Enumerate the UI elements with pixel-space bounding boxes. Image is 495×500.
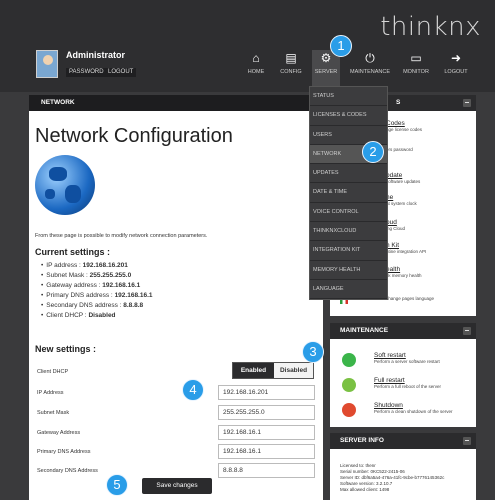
monitor-icon: ▭ xyxy=(410,51,422,65)
system-item[interactable]: odate software updates xyxy=(386,172,420,184)
system-item[interactable]: Codes age license codes xyxy=(386,120,422,132)
menu-maintenance[interactable]: ⏻ MAINTENANCE xyxy=(346,50,394,86)
full-restart-icon xyxy=(342,378,356,392)
callout-badge: 5 xyxy=(106,474,128,496)
soft-restart-icon xyxy=(342,353,356,367)
gateway-label: Gateway Address xyxy=(37,430,81,436)
dropdown-item-date-time[interactable]: DATE & TIME xyxy=(310,183,387,203)
secondary-dns-label: Secondary DNS Address xyxy=(37,468,98,474)
list-item: Gateway address : 192.168.16.1 xyxy=(41,281,153,291)
dhcp-enabled-button[interactable]: Enabled xyxy=(233,363,274,378)
menu-config-label: CONFIG xyxy=(280,69,302,75)
menu-logout[interactable]: ➜ LOGOUT xyxy=(440,50,472,86)
minimize-icon[interactable] xyxy=(463,437,471,445)
list-item: Primary DNS address : 192.168.16.1 xyxy=(41,291,152,301)
maintenance-panel: MAINTENANCE Soft restart Perform a server… xyxy=(330,323,476,427)
dropdown-item-voice-control[interactable]: VOICE CONTROL xyxy=(310,203,387,223)
password-button[interactable]: PASSWORD xyxy=(66,68,107,77)
subnet-mask-label: Subnet Mask xyxy=(37,410,70,416)
system-panel-title: S xyxy=(396,99,401,106)
dropdown-item-updates[interactable]: UPDATES xyxy=(310,164,387,184)
full-restart-item[interactable]: Full restart Perform a full reboot of the… xyxy=(374,377,441,389)
callout-badge: 1 xyxy=(330,35,352,57)
top-bar: thinknx Administrator PASSWORD LOGOUT ⌂ … xyxy=(0,0,495,92)
power-icon: ⏻ xyxy=(365,51,375,65)
secondary-dns-input[interactable]: 8.8.8.8 xyxy=(218,463,315,478)
menu-logout-label: LOGOUT xyxy=(444,69,468,75)
home-icon: ⌂ xyxy=(252,51,260,65)
menu-monitor[interactable]: ▭ MONITOR xyxy=(400,50,432,86)
info-line: Server ID: dbf6a5a4-476a-41fc-9cbe-b7776… xyxy=(340,475,445,480)
logout-icon: ➜ xyxy=(450,51,462,65)
ip-address-label: IP Address xyxy=(37,390,64,396)
user-name: Administrator xyxy=(66,50,126,60)
shutdown-icon xyxy=(342,403,356,417)
brand-logo: thinknx xyxy=(380,12,481,42)
server-dropdown-menu: STATUS LICENSES & CODES USERS NETWORK UP… xyxy=(309,86,388,300)
dhcp-label: Client DHCP xyxy=(37,369,69,375)
subnet-mask-input[interactable]: 255.255.255.0 xyxy=(218,405,315,420)
info-line: Software version: 3.2.10.7 xyxy=(340,481,393,486)
avatar xyxy=(36,50,58,78)
intro-text: From these page is possible to modify ne… xyxy=(35,233,208,239)
gateway-input[interactable]: 192.168.16.1 xyxy=(218,425,315,440)
maintenance-panel-header: MAINTENANCE xyxy=(330,323,476,339)
save-changes-button[interactable]: Save changes xyxy=(142,478,212,494)
folder-icon: ▤ xyxy=(285,51,297,65)
dropdown-item-language[interactable]: LANGUAGE xyxy=(310,280,387,300)
server-info-title: SERVER INFO xyxy=(340,437,384,444)
server-info-panel: SERVER INFO Licensed to: thenr Serial nu… xyxy=(330,433,476,500)
system-item[interactable]: ne at system clock xyxy=(386,194,417,206)
system-item[interactable]: oud ing Cloud xyxy=(386,219,405,231)
info-line: Serial number: 0KC522-2415-06 xyxy=(340,469,405,474)
dhcp-disabled-button[interactable]: Disabled xyxy=(274,363,313,378)
user-logout-button[interactable]: LOGOUT xyxy=(105,68,137,77)
primary-dns-input[interactable]: 192.168.16.1 xyxy=(218,444,315,459)
callout-badge: 4 xyxy=(182,379,204,401)
info-line: Max allowed client: 1498 xyxy=(340,487,390,492)
system-item[interactable]: ealth ck memory health xyxy=(386,266,422,278)
shutdown-item[interactable]: Shutdown Perform a clean shutdown of the … xyxy=(374,402,453,414)
menu-home[interactable]: ⌂ HOME xyxy=(242,50,270,86)
current-settings-title: Current settings : xyxy=(35,247,111,257)
dropdown-item-memory-health[interactable]: MEMORY HEALTH xyxy=(310,261,387,280)
primary-dns-label: Primary DNS Address xyxy=(37,449,91,455)
ip-address-input[interactable]: 192.168.16.201 xyxy=(218,385,315,400)
list-item: Secondary DNS address : 8.8.8.8 xyxy=(41,301,153,311)
panel-header: NETWORK xyxy=(29,95,323,111)
maintenance-panel-title: MAINTENANCE xyxy=(340,327,389,334)
menu-config[interactable]: ▤ CONFIG xyxy=(276,50,306,86)
list-item: Subnet Mask : 255.255.255.0 xyxy=(41,271,153,281)
menu-maintenance-label: MAINTENANCE xyxy=(349,69,391,75)
info-line: Licensed to: thenr xyxy=(340,463,376,468)
dropdown-item-licenses[interactable]: LICENSES & CODES xyxy=(310,106,387,126)
menu-monitor-label: MONITOR xyxy=(403,69,429,75)
system-item[interactable]: n Kit ntine integration API xyxy=(386,242,426,254)
soft-restart-item[interactable]: Soft restart Perform a server software re… xyxy=(374,352,440,364)
new-settings-title: New settings : xyxy=(35,344,97,354)
menu-home-label: HOME xyxy=(247,69,265,75)
dropdown-item-integration-kit[interactable]: INTEGRATION KIT xyxy=(310,241,387,261)
dropdown-item-thinknxcloud[interactable]: THINKNXCLOUD xyxy=(310,222,387,242)
minimize-icon[interactable] xyxy=(463,99,471,107)
globe-icon xyxy=(35,155,95,215)
minimize-icon[interactable] xyxy=(463,327,471,335)
server-info-header: SERVER INFO xyxy=(330,433,476,449)
menu-server-label: SERVER xyxy=(314,69,338,75)
callout-badge: 3 xyxy=(302,341,324,363)
dropdown-item-status[interactable]: STATUS xyxy=(310,87,387,107)
system-item[interactable]: ers password xyxy=(386,147,413,152)
callout-badge: 2 xyxy=(362,141,384,163)
dhcp-toggle[interactable]: Enabled Disabled xyxy=(232,362,314,379)
list-item: IP address : 192.168.16.201 xyxy=(41,261,153,271)
list-item: Client DHCP : Disabled xyxy=(41,311,153,321)
current-settings-list: IP address : 192.168.16.201 Subnet Mask … xyxy=(41,261,153,321)
system-item[interactable]: change pages language xyxy=(386,296,434,301)
page-title: Network Configuration xyxy=(35,125,233,147)
